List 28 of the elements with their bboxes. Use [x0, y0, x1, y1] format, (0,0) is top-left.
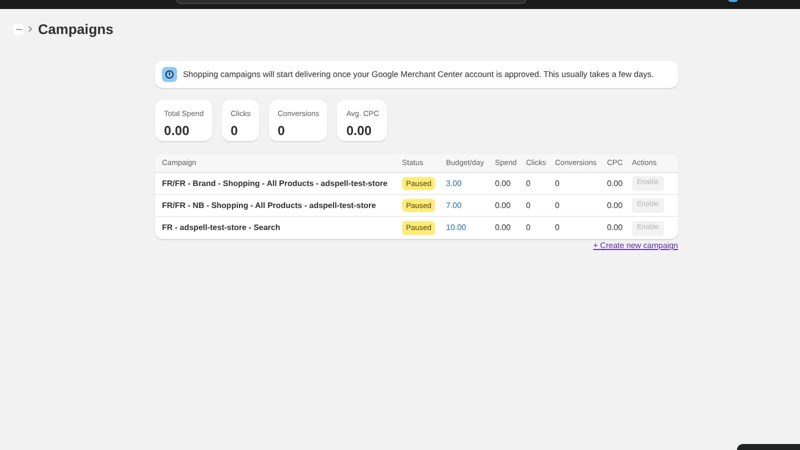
sidebar-toggle-icon[interactable]	[13, 24, 24, 34]
campaign-name: FR/FR - Brand - Shopping - All Products - adspell-test-store	[162, 178, 388, 190]
table-cell: 0.00	[607, 222, 623, 234]
table-cell: 0	[555, 222, 560, 234]
campaign-name: FR - adspell-test-store - Search	[162, 222, 280, 234]
page-title: Campaigns	[38, 20, 114, 39]
campaign-name: FR/FR - NB - Shopping - All Products - adspell-test-store	[162, 200, 376, 212]
chevron-icon	[28, 26, 33, 32]
table-cell: 0.00	[495, 200, 511, 212]
table-cell: 0	[555, 178, 560, 190]
create-campaign-link[interactable]: + Create new campaign	[593, 240, 678, 252]
table-cell: 0	[526, 178, 530, 190]
budget-link[interactable]: 3.00	[446, 178, 462, 190]
table-cell: 0	[555, 200, 560, 212]
budget-link[interactable]: 7.00	[446, 200, 462, 212]
stat-value: 0	[230, 122, 238, 140]
table-cell: 0.00	[607, 200, 623, 212]
table-cell: 0.00	[495, 178, 511, 190]
table-cell: 0	[526, 200, 530, 212]
table-cell: 0	[526, 222, 530, 234]
stat-value: 0	[278, 122, 285, 140]
budget-link[interactable]: 10.00	[446, 222, 466, 234]
banner-text: Shopping campaigns will start delivering once your Google Merchant Center account is approved. This usually takes a few days.	[183, 68, 654, 81]
stat-value: 0.00	[164, 122, 190, 140]
stat-value: 0.00	[346, 122, 372, 140]
table-cell: 0.00	[495, 222, 511, 234]
table-cell: 0.00	[607, 178, 623, 190]
info-icon	[162, 67, 177, 82]
